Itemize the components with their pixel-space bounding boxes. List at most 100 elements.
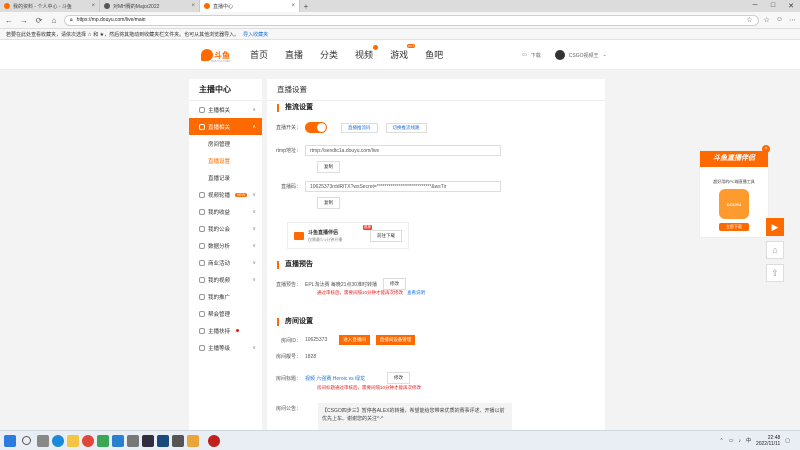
- sidebar-sub-live-settings[interactable]: 直播设置: [189, 152, 262, 169]
- app-icon[interactable]: [172, 434, 184, 447]
- room-notice-field[interactable]: 【CSGO四步三】暂停各ALEX的转播，希望能给您带来优质的赛事评述、开播以前优…: [318, 403, 512, 433]
- more-icon[interactable]: ⋯: [789, 16, 796, 24]
- close-icon[interactable]: ×: [91, 3, 95, 9]
- sidebar-item-promotion[interactable]: 我的推广: [189, 288, 262, 305]
- forecast-edit-button[interactable]: 修改: [382, 278, 406, 290]
- room-title-edit-button[interactable]: 修改: [387, 372, 411, 384]
- room-device-button[interactable]: 直播间设备管理: [375, 335, 416, 345]
- edge-icon[interactable]: [52, 434, 64, 447]
- task-view-icon[interactable]: [37, 434, 49, 447]
- tray-arrow-icon[interactable]: ⌃: [720, 438, 724, 444]
- sidebar-item-my-videos[interactable]: 我的视频 ∨: [189, 271, 262, 288]
- network-icon[interactable]: ▭: [729, 438, 734, 444]
- rtmp-field[interactable]: rtmp://sendtc1a.douyu.com/live: [305, 145, 501, 156]
- volume-icon[interactable]: ♪: [738, 438, 741, 444]
- download-link[interactable]: 下载: [531, 52, 541, 59]
- close-icon[interactable]: ×: [762, 145, 770, 153]
- steam-icon[interactable]: [157, 434, 169, 447]
- nav-game[interactable]: 游戏 HOT: [390, 44, 416, 61]
- minimize-icon[interactable]: ─: [746, 2, 764, 10]
- search-icon[interactable]: [22, 436, 31, 445]
- page-tab-icon: [104, 3, 110, 9]
- sidebar-item-label: 我的公会: [208, 226, 231, 233]
- loop-icon: [199, 191, 205, 198]
- go-download-button[interactable]: 前往下载: [370, 229, 402, 242]
- home-icon[interactable]: ⌂: [766, 241, 784, 259]
- collections-icon[interactable]: ☆: [764, 16, 770, 24]
- sidebar-item-guild[interactable]: 我的公会 ∨: [189, 220, 262, 237]
- enter-room-button[interactable]: 进入直播间: [339, 335, 370, 345]
- nav-fishbar[interactable]: 鱼吧: [425, 48, 443, 61]
- windows-start-icon[interactable]: [4, 434, 16, 447]
- douyu-logo[interactable]: 斗鱼 DOUYU.COM: [201, 45, 233, 65]
- nav-live[interactable]: 直播: [285, 48, 303, 61]
- sidebar-sub-live-records[interactable]: 直播记录: [189, 169, 262, 186]
- back-icon[interactable]: ←: [4, 16, 14, 25]
- nav-category[interactable]: 分类: [320, 48, 338, 61]
- copy-rtmp-button[interactable]: 复制: [317, 161, 340, 173]
- ime-icon[interactable]: 中: [746, 437, 751, 444]
- close-icon[interactable]: ×: [291, 3, 295, 9]
- play-icon[interactable]: ▶: [766, 218, 784, 236]
- copy-code-button[interactable]: 复制: [317, 197, 340, 209]
- profile-icon[interactable]: ☺: [776, 16, 783, 24]
- browser-tab-1[interactable]: 我的资料 - 个人中心 - 斗鱼 ×: [0, 0, 100, 12]
- username[interactable]: CSGO视频王: [569, 52, 599, 59]
- promo-title: 斗鱼直播伴侣: [308, 229, 339, 236]
- explorer-icon[interactable]: [67, 434, 79, 447]
- maximize-icon[interactable]: □: [764, 2, 782, 10]
- new-tab-button[interactable]: +: [300, 2, 312, 11]
- live-toggle[interactable]: [305, 122, 327, 133]
- forward-icon[interactable]: →: [19, 16, 29, 25]
- sidebar-item-support[interactable]: 主播扶持: [189, 322, 262, 339]
- sidebar-item-income[interactable]: 我的收益 ∨: [189, 203, 262, 220]
- douyu-app-icon[interactable]: [208, 434, 220, 447]
- chart-icon: [199, 242, 205, 249]
- browser-tab-3[interactable]: 直播中心 ×: [200, 0, 300, 12]
- guild-icon: [199, 225, 205, 232]
- sidebar-sub-room[interactable]: 房间管理: [189, 135, 262, 152]
- section-room: 房间设置: [277, 318, 313, 326]
- clock[interactable]: 22:48 2022/11/11: [756, 435, 780, 447]
- sidebar-item-video-loop[interactable]: 视频轮播 NEW ∨: [189, 186, 262, 203]
- sidebar-item-gang[interactable]: 帮会管理: [189, 305, 262, 322]
- chrome-icon[interactable]: [82, 434, 94, 447]
- notification-icon[interactable]: ▢: [785, 438, 790, 444]
- download-icon[interactable]: ▭: [522, 52, 527, 58]
- gang-icon: [199, 310, 205, 317]
- app-icon[interactable]: [112, 434, 124, 447]
- app-icon[interactable]: [127, 434, 139, 447]
- avatar[interactable]: [554, 50, 565, 60]
- download-now-button[interactable]: 立即下载: [719, 223, 749, 231]
- push-code-button[interactable]: 直播推流码: [341, 122, 378, 133]
- refresh-icon[interactable]: ⟳: [34, 16, 44, 25]
- sidebar-item-anchor[interactable]: 主播相关 ∧: [189, 101, 262, 118]
- sidebar-item-level[interactable]: 主播等级 ∨: [189, 339, 262, 356]
- chevron-down-icon: ∨: [252, 276, 256, 283]
- back-to-top-icon[interactable]: ⇧: [766, 264, 784, 282]
- user-icon: [199, 106, 205, 113]
- sidebar-item-business[interactable]: 商业活动 ∨: [189, 254, 262, 271]
- room-title-label: 房间标题：: [275, 375, 301, 382]
- view-explanation-link[interactable]: 查看说明: [407, 290, 425, 296]
- browser-tab-2[interactable]: 对MH赛的Major2022 ×: [100, 0, 200, 12]
- switch-line-button[interactable]: 切换推流线路: [385, 122, 427, 133]
- url-input[interactable]: 🔒︎ https://mp.douyu.com/live/main ☆: [64, 14, 759, 26]
- main-nav: 首页 直播 分类 视频 游戏 HOT 鱼吧: [250, 44, 443, 61]
- close-icon[interactable]: ×: [191, 3, 195, 9]
- nav-video[interactable]: 视频: [355, 45, 379, 61]
- chevron-down-icon[interactable]: ⌄: [602, 52, 606, 58]
- stream-code-field[interactable]: 10625373rddRlTX?wsSecret=***************…: [305, 181, 501, 192]
- cat-icon[interactable]: [187, 434, 199, 447]
- close-window-icon[interactable]: ✕: [782, 2, 800, 10]
- home-icon[interactable]: ⌂: [49, 16, 59, 25]
- nav-home[interactable]: 首页: [250, 48, 268, 61]
- sidebar-item-live[interactable]: 直播相关 ∧: [189, 118, 262, 135]
- companion-float-card[interactable]: 斗鱼直播伴侣 超好用的PC端直播工具 DOUYU 立即下载: [699, 150, 769, 238]
- favorite-star-icon[interactable]: ☆: [746, 16, 752, 24]
- obs-icon[interactable]: [142, 434, 154, 447]
- app-icon[interactable]: [97, 434, 109, 447]
- sidebar-item-label: 主播等级: [208, 345, 231, 352]
- import-favorites-link[interactable]: 导入收藏夹: [243, 31, 268, 38]
- sidebar-item-analytics[interactable]: 数据分析 ∨: [189, 237, 262, 254]
